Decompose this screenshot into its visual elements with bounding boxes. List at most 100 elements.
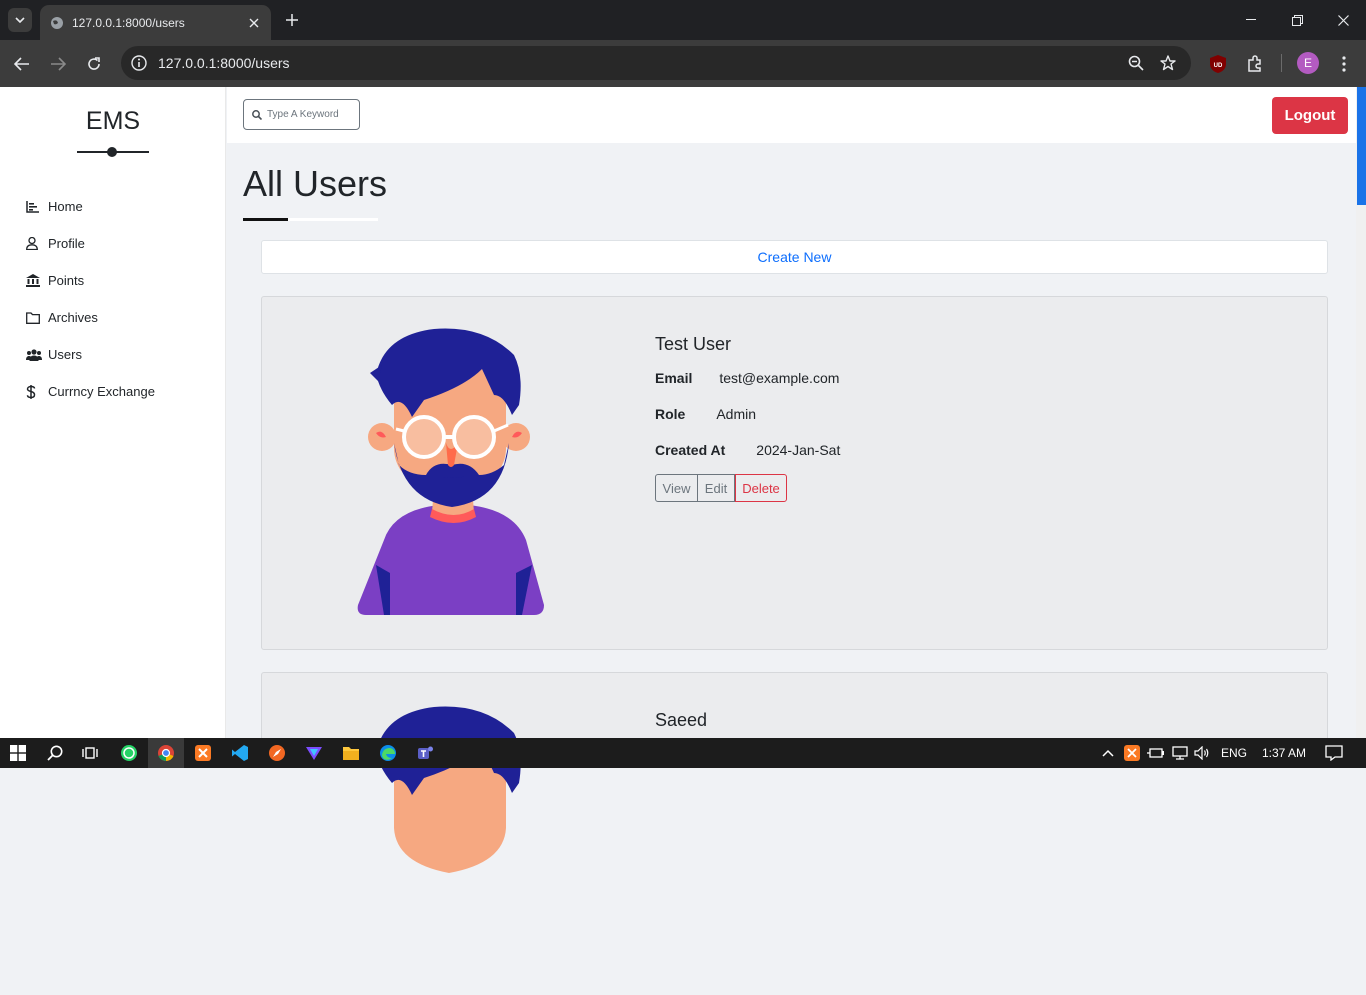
compass-icon bbox=[269, 745, 285, 761]
bank-icon bbox=[26, 274, 48, 287]
users-icon bbox=[26, 348, 48, 361]
minimize-button[interactable] bbox=[1228, 0, 1274, 40]
sidebar-item-home[interactable]: Home bbox=[26, 188, 216, 225]
notification-icon bbox=[1325, 745, 1343, 761]
user-icon bbox=[26, 237, 48, 250]
address-bar[interactable]: 127.0.0.1:8000/users bbox=[121, 46, 1191, 80]
browser-menu-button[interactable] bbox=[1332, 52, 1356, 76]
globe-icon bbox=[51, 16, 63, 29]
reload-button[interactable] bbox=[82, 52, 106, 76]
tray-volume[interactable] bbox=[1190, 741, 1214, 765]
tray-network[interactable] bbox=[1168, 741, 1192, 765]
speaker-icon bbox=[1194, 746, 1209, 760]
title-underline-light bbox=[288, 218, 378, 221]
edge-icon bbox=[380, 745, 396, 761]
sidebar-item-points[interactable]: Points bbox=[26, 262, 216, 299]
user-avatar-illustration bbox=[357, 328, 544, 615]
create-new-button[interactable]: Create New bbox=[261, 240, 1328, 274]
taskbar-teams[interactable] bbox=[413, 741, 437, 765]
view-button[interactable]: View bbox=[655, 474, 698, 502]
folder-icon bbox=[343, 747, 359, 760]
new-tab-button[interactable] bbox=[282, 10, 302, 30]
delete-button[interactable]: Delete bbox=[735, 474, 787, 502]
taskbar-search-button[interactable] bbox=[43, 741, 67, 765]
task-view-button[interactable] bbox=[78, 741, 102, 765]
back-button[interactable] bbox=[10, 52, 34, 76]
profile-avatar-button[interactable]: E bbox=[1297, 52, 1319, 74]
page-title: All Users bbox=[243, 163, 388, 204]
start-button[interactable] bbox=[6, 741, 30, 765]
brand-logo[interactable]: EMS bbox=[0, 107, 226, 136]
sidebar-menu: Home Profile Points Archives Users Currn… bbox=[26, 188, 216, 410]
taskbar-app-orange[interactable] bbox=[265, 741, 289, 765]
taskbar-edge[interactable] bbox=[376, 741, 400, 765]
site-info-button[interactable] bbox=[127, 51, 151, 75]
minimize-icon bbox=[1246, 19, 1256, 20]
restore-button[interactable] bbox=[1274, 0, 1320, 40]
sidebar-item-archives[interactable]: Archives bbox=[26, 299, 216, 336]
tray-clock[interactable]: 1:37 AM bbox=[1262, 746, 1306, 760]
sidebar-item-label: Profile bbox=[48, 236, 85, 251]
bookmark-button[interactable] bbox=[1158, 53, 1178, 73]
taskbar-vscode[interactable] bbox=[228, 741, 252, 765]
sidebar-item-users[interactable]: Users bbox=[26, 336, 216, 373]
tab-close-button[interactable] bbox=[243, 18, 265, 28]
toolbar-separator bbox=[1281, 54, 1282, 72]
user-name: Saeed bbox=[655, 710, 708, 730]
sidebar-item-label: Home bbox=[48, 199, 83, 214]
tray-language[interactable]: ENG bbox=[1221, 746, 1247, 760]
extensions-button[interactable] bbox=[1243, 52, 1267, 76]
chrome-icon bbox=[158, 745, 174, 762]
email-label: Email bbox=[655, 370, 693, 386]
url-text[interactable]: 127.0.0.1:8000/users bbox=[158, 55, 290, 71]
tray-show-hidden-button[interactable] bbox=[1096, 741, 1120, 765]
email-value: test@example.com bbox=[719, 370, 840, 386]
taskbar-app-v[interactable] bbox=[302, 741, 326, 765]
close-window-button[interactable] bbox=[1320, 0, 1366, 40]
info-icon bbox=[131, 55, 147, 71]
user-card: Test User Email test@example.com Role Ad… bbox=[261, 296, 1328, 650]
user-created-row: Created At 2024-Jan-Sat bbox=[655, 442, 840, 458]
search-box[interactable] bbox=[243, 99, 360, 130]
close-icon bbox=[249, 18, 259, 27]
windows-taskbar: ENG 1:37 AM bbox=[0, 738, 1366, 768]
chevron-up-icon bbox=[1102, 749, 1114, 757]
xampp-icon bbox=[195, 745, 211, 761]
browser-tab-active[interactable]: 127.0.0.1:8000/users bbox=[40, 5, 271, 40]
zoom-button[interactable] bbox=[1126, 53, 1146, 73]
chevron-down-icon bbox=[15, 17, 25, 23]
ethernet-icon bbox=[1172, 746, 1188, 760]
created-label: Created At bbox=[655, 442, 726, 458]
taskbar-chrome[interactable] bbox=[154, 741, 178, 765]
arrow-left-icon bbox=[14, 57, 29, 71]
search-input[interactable] bbox=[267, 109, 357, 120]
taskbar-whatsapp[interactable] bbox=[117, 741, 141, 765]
logout-button[interactable]: Logout bbox=[1272, 97, 1348, 134]
taskbar-xampp[interactable] bbox=[191, 741, 215, 765]
tab-title: 127.0.0.1:8000/users bbox=[72, 15, 185, 30]
page-scrollbar-thumb[interactable] bbox=[1357, 87, 1366, 205]
forward-button[interactable] bbox=[46, 52, 70, 76]
created-value: 2024-Jan-Sat bbox=[756, 442, 841, 458]
whatsapp-icon bbox=[121, 745, 137, 761]
search-icon bbox=[47, 745, 63, 761]
close-icon bbox=[1337, 14, 1349, 26]
reload-icon bbox=[88, 57, 100, 70]
ublock-extension-button[interactable]: UD bbox=[1206, 52, 1230, 76]
taskbar-file-explorer[interactable] bbox=[339, 741, 363, 765]
folder-icon bbox=[26, 311, 48, 324]
sidebar-item-profile[interactable]: Profile bbox=[26, 225, 216, 262]
notification-center-button[interactable] bbox=[1322, 741, 1346, 765]
sidebar-item-label: Currncy Exchange bbox=[48, 384, 155, 399]
role-label: Role bbox=[655, 406, 686, 422]
windows-logo-icon bbox=[10, 745, 26, 761]
role-value: Admin bbox=[716, 406, 757, 422]
tray-xampp[interactable] bbox=[1120, 741, 1144, 765]
sidebar-item-label: Archives bbox=[48, 310, 98, 325]
task-view-icon bbox=[82, 747, 98, 759]
sidebar-item-currency-exchange[interactable]: Currncy Exchange bbox=[26, 373, 216, 410]
edit-button[interactable]: Edit bbox=[698, 474, 735, 502]
tray-battery[interactable] bbox=[1144, 741, 1168, 765]
tab-search-button[interactable] bbox=[8, 8, 32, 32]
browser-toolbar: 127.0.0.1:8000/users UD E bbox=[0, 40, 1366, 87]
